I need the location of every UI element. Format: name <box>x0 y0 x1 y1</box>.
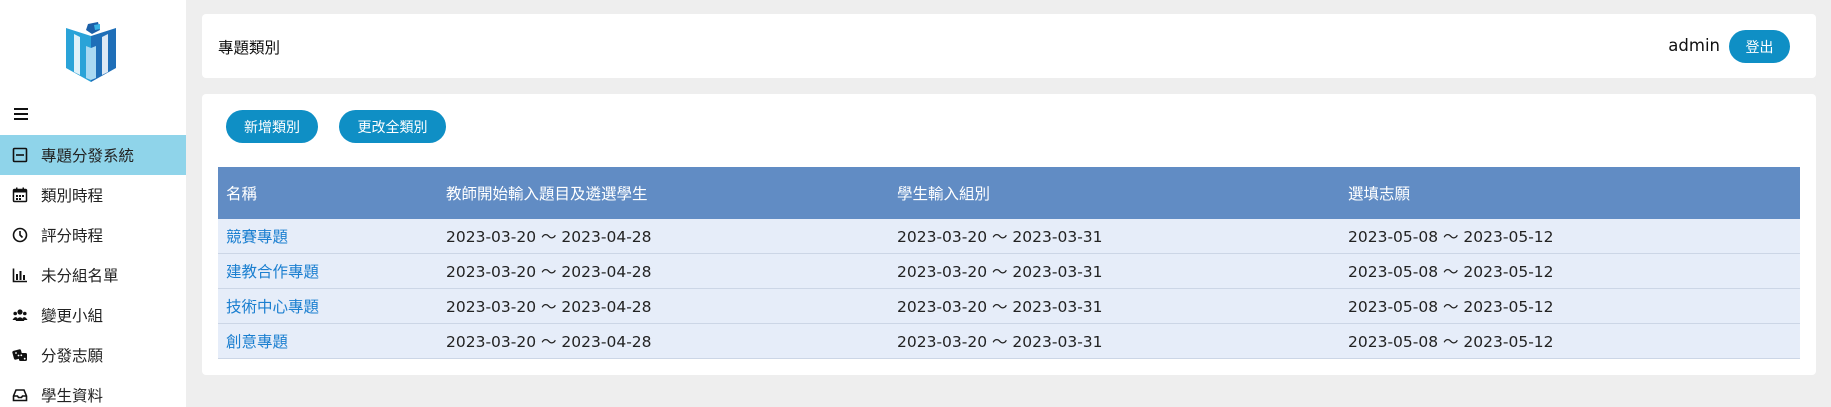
sidebar-nav: 專題分發系統 類別時程 評分時程 未分組名單 變更小組 分發志願 學生資料 <box>0 135 186 407</box>
users-icon <box>12 307 28 323</box>
preference-period: 2023-05-08 〜 2023-05-12 <box>1348 228 1554 246</box>
sidebar-item-label: 評分時程 <box>41 227 104 245</box>
header-preferences: 選填志願 <box>1348 185 1411 203</box>
student-group-period: 2023-03-20 〜 2023-03-31 <box>897 298 1103 316</box>
student-group-period: 2023-03-20 〜 2023-03-31 <box>897 228 1103 246</box>
teacher-input-period: 2023-03-20 〜 2023-04-28 <box>446 333 652 351</box>
preference-period: 2023-05-08 〜 2023-05-12 <box>1348 333 1554 351</box>
sidebar-item-grading-schedule[interactable]: 評分時程 <box>0 215 186 255</box>
sidebar-item-category-schedule[interactable]: 類別時程 <box>0 175 186 215</box>
category-link[interactable]: 技術中心專題 <box>218 295 446 317</box>
add-category-button[interactable]: 新增類別 <box>226 110 318 143</box>
sidebar-item-ungrouped-list[interactable]: 未分組名單 <box>0 255 186 295</box>
teacher-input-period: 2023-03-20 〜 2023-04-28 <box>446 228 652 246</box>
page-title: 專題類別 <box>218 39 281 57</box>
sidebar-item-label: 變更小組 <box>41 307 104 325</box>
dice-icon <box>12 347 28 363</box>
minus-square-icon <box>12 147 28 163</box>
sidebar-item-student-data[interactable]: 學生資料 <box>0 375 186 407</box>
header-teacher-input: 教師開始輸入題目及遴選學生 <box>446 185 648 203</box>
change-all-categories-button[interactable]: 更改全類別 <box>339 110 446 143</box>
table-row: 建教合作專題 2023-03-20 〜 2023-04-28 2023-03-2… <box>218 254 1800 289</box>
logout-button[interactable]: 登出 <box>1729 30 1790 63</box>
bar-chart-icon <box>12 267 28 283</box>
sidebar-item-label: 未分組名單 <box>41 267 119 285</box>
category-card: 新增類別 更改全類別 名稱 教師開始輸入題目及遴選學生 學生輸入組別 選填志願 … <box>202 94 1816 375</box>
app-logo <box>66 22 116 82</box>
menu-toggle-button[interactable] <box>12 104 32 124</box>
category-link[interactable]: 競賽專題 <box>218 225 446 247</box>
table-row: 創意專題 2023-03-20 〜 2023-04-28 2023-03-20 … <box>218 324 1800 359</box>
table-header: 名稱 教師開始輸入題目及遴選學生 學生輸入組別 選填志願 <box>218 167 1800 219</box>
inbox-icon <box>12 387 28 403</box>
preference-period: 2023-05-08 〜 2023-05-12 <box>1348 298 1554 316</box>
sidebar-item-change-group[interactable]: 變更小組 <box>0 295 186 335</box>
header-student-group: 學生輸入組別 <box>897 185 991 203</box>
teacher-input-period: 2023-03-20 〜 2023-04-28 <box>446 298 652 316</box>
calendar-icon <box>12 187 28 203</box>
category-link[interactable]: 建教合作專題 <box>218 260 446 282</box>
sidebar-item-label: 類別時程 <box>41 187 104 205</box>
teacher-input-period: 2023-03-20 〜 2023-04-28 <box>446 263 652 281</box>
preference-period: 2023-05-08 〜 2023-05-12 <box>1348 263 1554 281</box>
header-name: 名稱 <box>226 185 258 203</box>
student-group-period: 2023-03-20 〜 2023-03-31 <box>897 333 1103 351</box>
student-group-period: 2023-03-20 〜 2023-03-31 <box>897 263 1103 281</box>
sidebar-item-label: 專題分發系統 <box>41 147 135 165</box>
table-row: 競賽專題 2023-03-20 〜 2023-04-28 2023-03-20 … <box>218 219 1800 254</box>
sidebar-item-project-distribution[interactable]: 專題分發系統 <box>0 135 186 175</box>
sidebar: 專題分發系統 類別時程 評分時程 未分組名單 變更小組 分發志願 學生資料 <box>0 0 186 407</box>
table-row: 技術中心專題 2023-03-20 〜 2023-04-28 2023-03-2… <box>218 289 1800 324</box>
clock-icon <box>12 227 28 243</box>
sidebar-item-label: 學生資料 <box>41 387 104 405</box>
category-table: 名稱 教師開始輸入題目及遴選學生 學生輸入組別 選填志願 競賽專題 2023-0… <box>218 167 1800 359</box>
hamburger-icon <box>14 108 28 120</box>
sidebar-item-distribute-choices[interactable]: 分發志願 <box>0 335 186 375</box>
header-card: 專題類別 admin 登出 <box>202 14 1816 78</box>
sidebar-item-label: 分發志願 <box>41 347 104 365</box>
category-link[interactable]: 創意專題 <box>218 330 446 352</box>
user-name: admin <box>1668 36 1720 55</box>
